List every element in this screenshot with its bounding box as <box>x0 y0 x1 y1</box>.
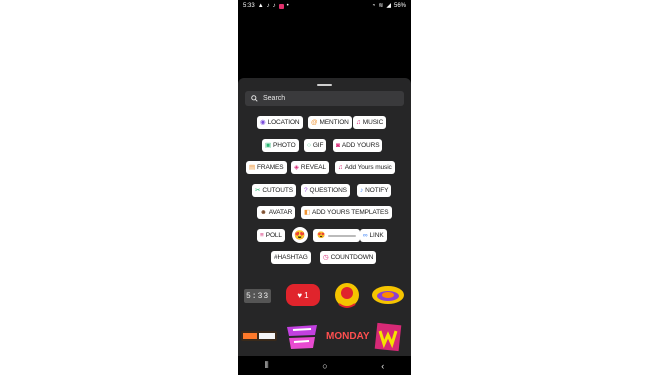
cutouts-label: CUTOUTS <box>262 187 293 194</box>
home-icon[interactable]: ○ <box>322 361 327 371</box>
gif-sticker[interactable]: ○ GIF <box>304 139 327 152</box>
tiktok-icon-2: ♪ <box>272 3 276 9</box>
hashtag-sticker[interactable]: #HASHTAG <box>271 251 311 264</box>
recent-apps-icon[interactable]: ⦀ <box>265 360 269 371</box>
photo-label: PHOTO <box>273 142 296 149</box>
reveal-label: REVEAL <box>300 164 326 171</box>
countdown-label: COUNTDOWN <box>330 254 374 261</box>
clock-sticker[interactable]: 5:33 <box>244 289 272 303</box>
battery-percent: 56% <box>393 3 406 9</box>
app-notification-icon <box>278 3 284 9</box>
reveal-sticker[interactable]: ◈ REVEAL <box>291 161 329 174</box>
status-bar: 5:33 ▲ ♪ ♪ • ◔ ≋ ◢ 56% <box>238 0 411 12</box>
questions-sticker[interactable]: ? QUESTIONS <box>301 184 350 197</box>
add-yours-label: ADD YOURS <box>341 142 380 149</box>
gif-search-icon: ○ <box>307 141 311 149</box>
sound-on-sticker[interactable] <box>241 328 277 344</box>
eye-hidden-icon: ◈ <box>294 163 299 171</box>
gif-label: GIF <box>312 142 324 149</box>
add-yours-sticker[interactable]: ◙ ADD YOURS <box>333 139 383 152</box>
hand-wave-gif-sticker[interactable] <box>333 280 361 310</box>
add-yours-templates-sticker[interactable]: ◧ ADD YOURS TEMPLATES <box>301 206 392 219</box>
link-icon: ∞ <box>363 231 368 239</box>
scissors-icon: ✂ <box>255 186 261 194</box>
link-label: LINK <box>369 232 384 239</box>
heart-icon: ♥ <box>297 290 303 300</box>
hashtag-label: #HASHTAG <box>274 254 308 261</box>
good-vibes-art-icon <box>372 286 404 304</box>
bell-icon: ♪ <box>360 186 364 194</box>
mention-sticker[interactable]: @ MENTION <box>308 116 352 129</box>
countdown-sticker[interactable]: ◷ COUNTDOWN <box>320 251 377 264</box>
tiktok-icon: ♪ <box>266 3 270 9</box>
cutouts-sticker[interactable]: ✂ CUTOUTS <box>252 184 296 197</box>
clock-value: 5:33 <box>246 291 270 301</box>
poll-sticker[interactable]: ≡ POLL <box>257 229 285 242</box>
at-icon: @ <box>311 118 318 126</box>
search-input[interactable]: Search <box>245 91 404 106</box>
poll-label: POLL <box>265 232 282 239</box>
good-vibes-sticker[interactable] <box>371 284 406 306</box>
question-icon: ? <box>304 186 308 194</box>
location-pin-icon: ◉ <box>260 118 266 126</box>
monday-label: MONDAY <box>326 331 370 342</box>
poll-lines-icon: ≡ <box>260 231 264 239</box>
location-label: LOCATION <box>267 119 300 126</box>
photo-sticker[interactable]: ▣ PHOTO <box>262 139 299 152</box>
monday-text-sticker[interactable]: MONDAY <box>326 331 370 342</box>
signal-icon: ◢ <box>386 3 391 9</box>
phone-screen: 5:33 ▲ ♪ ♪ • ◔ ≋ ◢ 56% Search ◉ LOCATION… <box>238 0 411 375</box>
music-note-icon: ♫ <box>356 118 361 126</box>
music-label: MUSIC <box>362 119 384 126</box>
emoji-slider-sticker[interactable]: 😍 <box>313 229 361 242</box>
drag-handle[interactable] <box>317 84 332 86</box>
sound-on-art-icon <box>241 331 277 341</box>
its-monday-art-sticker[interactable] <box>285 321 319 351</box>
add-yours-music-label: Add Yours music <box>344 164 392 171</box>
music-sticker[interactable]: ♫ MUSIC <box>353 116 387 129</box>
avatar-sticker[interactable]: ☻ AVATAR <box>257 206 296 219</box>
notify-label: NOTIFY <box>365 187 389 194</box>
add-yours-templates-label: ADD YOURS TEMPLATES <box>312 209 389 216</box>
questions-label: QUESTIONS <box>309 187 347 194</box>
hand-illustration-icon <box>335 283 359 308</box>
alarm-icon: ◔ <box>371 3 376 9</box>
add-yours-music-sticker[interactable]: ♫ Add Yours music <box>335 161 395 174</box>
timer-icon: ◷ <box>323 253 329 261</box>
like-count: 1 <box>304 290 309 300</box>
like-sticker[interactable]: ♥ 1 <box>286 284 320 306</box>
camera-icon: ◙ <box>336 141 340 149</box>
location-sticker[interactable]: ◉ LOCATION <box>257 116 303 129</box>
music-note-icon: ♫ <box>338 163 343 171</box>
emoji-reaction-sticker[interactable]: 😍 <box>292 227 308 243</box>
template-icon: ◧ <box>304 208 311 216</box>
status-time: 5:33 <box>243 3 255 9</box>
frame-icon: ▤ <box>249 163 256 171</box>
monday-art-icon <box>287 325 317 349</box>
frames-sticker[interactable]: ▤ FRAMES <box>246 161 287 174</box>
image-icon: ▣ <box>265 141 272 149</box>
notify-sticker[interactable]: ♪ NOTIFY <box>357 184 392 197</box>
w-letter-sticker[interactable] <box>374 322 402 352</box>
slider-track <box>328 234 357 237</box>
slider-emoji-icon: 😍 <box>317 231 326 239</box>
search-placeholder: Search <box>263 95 286 102</box>
frames-label: FRAMES <box>257 164 284 171</box>
alert-icon: ▲ <box>257 3 264 9</box>
heart-eyes-emoji-icon: 😍 <box>294 229 306 240</box>
search-icon <box>251 95 258 102</box>
avatar-face-icon: ☻ <box>260 208 267 216</box>
w-letter-art-icon <box>374 322 402 352</box>
back-icon[interactable]: ‹ <box>381 361 384 371</box>
link-sticker[interactable]: ∞ LINK <box>360 229 387 242</box>
mention-label: MENTION <box>319 119 349 126</box>
android-nav-bar: ⦀ ○ ‹ <box>238 356 411 375</box>
dot-icon: • <box>286 3 289 9</box>
sticker-sheet: Search ◉ LOCATION @ MENTION ♫ MUSIC ▣ PH… <box>238 78 411 356</box>
wifi-icon: ≋ <box>378 3 384 9</box>
avatar-label: AVATAR <box>268 209 293 216</box>
